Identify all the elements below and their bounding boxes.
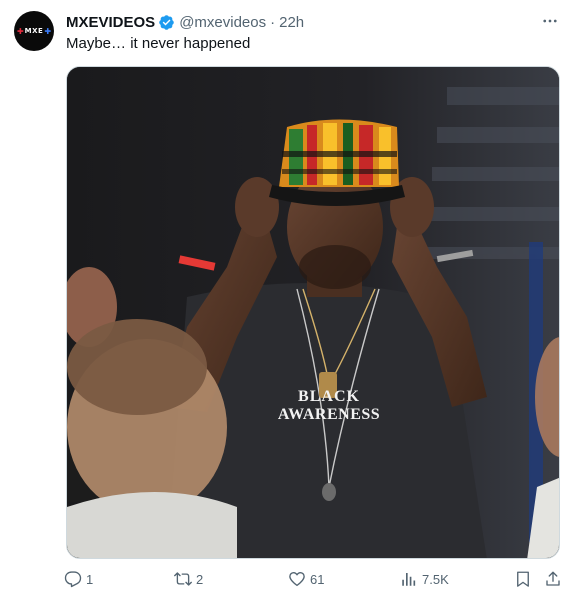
views-count: 7.5K: [422, 571, 449, 587]
shirt-text-line2: AWARENESS: [278, 406, 380, 423]
like-count: 61: [310, 571, 325, 587]
reply-count: 1: [86, 571, 94, 587]
retweet-count: 2: [196, 571, 204, 587]
reply-button[interactable]: 1: [64, 567, 93, 591]
tweet-actions-bar: 1 2 61 7.5K: [62, 567, 566, 591]
bookmark-button[interactable]: [514, 567, 532, 591]
views-icon: [402, 573, 416, 586]
avatar-logo-text: MXE: [24, 27, 44, 35]
more-icon[interactable]: [539, 10, 561, 32]
tweet-header: MXEVIDEOS @mxevideos · 22h: [66, 12, 304, 32]
share-button[interactable]: [544, 567, 562, 591]
like-icon: [289, 572, 305, 587]
separator-dot: ·: [270, 13, 276, 31]
tweet-text: Maybe… it never happened: [66, 35, 251, 52]
retweet-button[interactable]: 2: [174, 567, 203, 591]
like-button[interactable]: 61: [288, 567, 324, 591]
retweet-icon: [174, 572, 192, 586]
timestamp[interactable]: 22h: [279, 14, 304, 31]
views-button[interactable]: 7.5K: [400, 567, 449, 591]
verified-badge-icon: [159, 14, 174, 30]
photo-illustration: BLACK AWARENESS: [67, 67, 559, 558]
reply-icon: [64, 571, 82, 588]
handle[interactable]: @mxevideos: [179, 14, 266, 31]
display-name[interactable]: MXEVIDEOS: [66, 14, 155, 31]
shirt-text-line1: BLACK: [298, 388, 360, 405]
avatar[interactable]: ✚ MXE ✚: [14, 11, 54, 51]
share-icon: [546, 571, 560, 586]
tweet-media-image[interactable]: BLACK AWARENESS: [66, 66, 560, 559]
avatar-logo: ✚ MXE ✚: [16, 26, 52, 36]
bookmark-icon: [517, 571, 529, 587]
tweet-card[interactable]: ✚ MXE ✚ MXEVIDEOS @mxevideos · 22h Maybe…: [0, 0, 579, 600]
